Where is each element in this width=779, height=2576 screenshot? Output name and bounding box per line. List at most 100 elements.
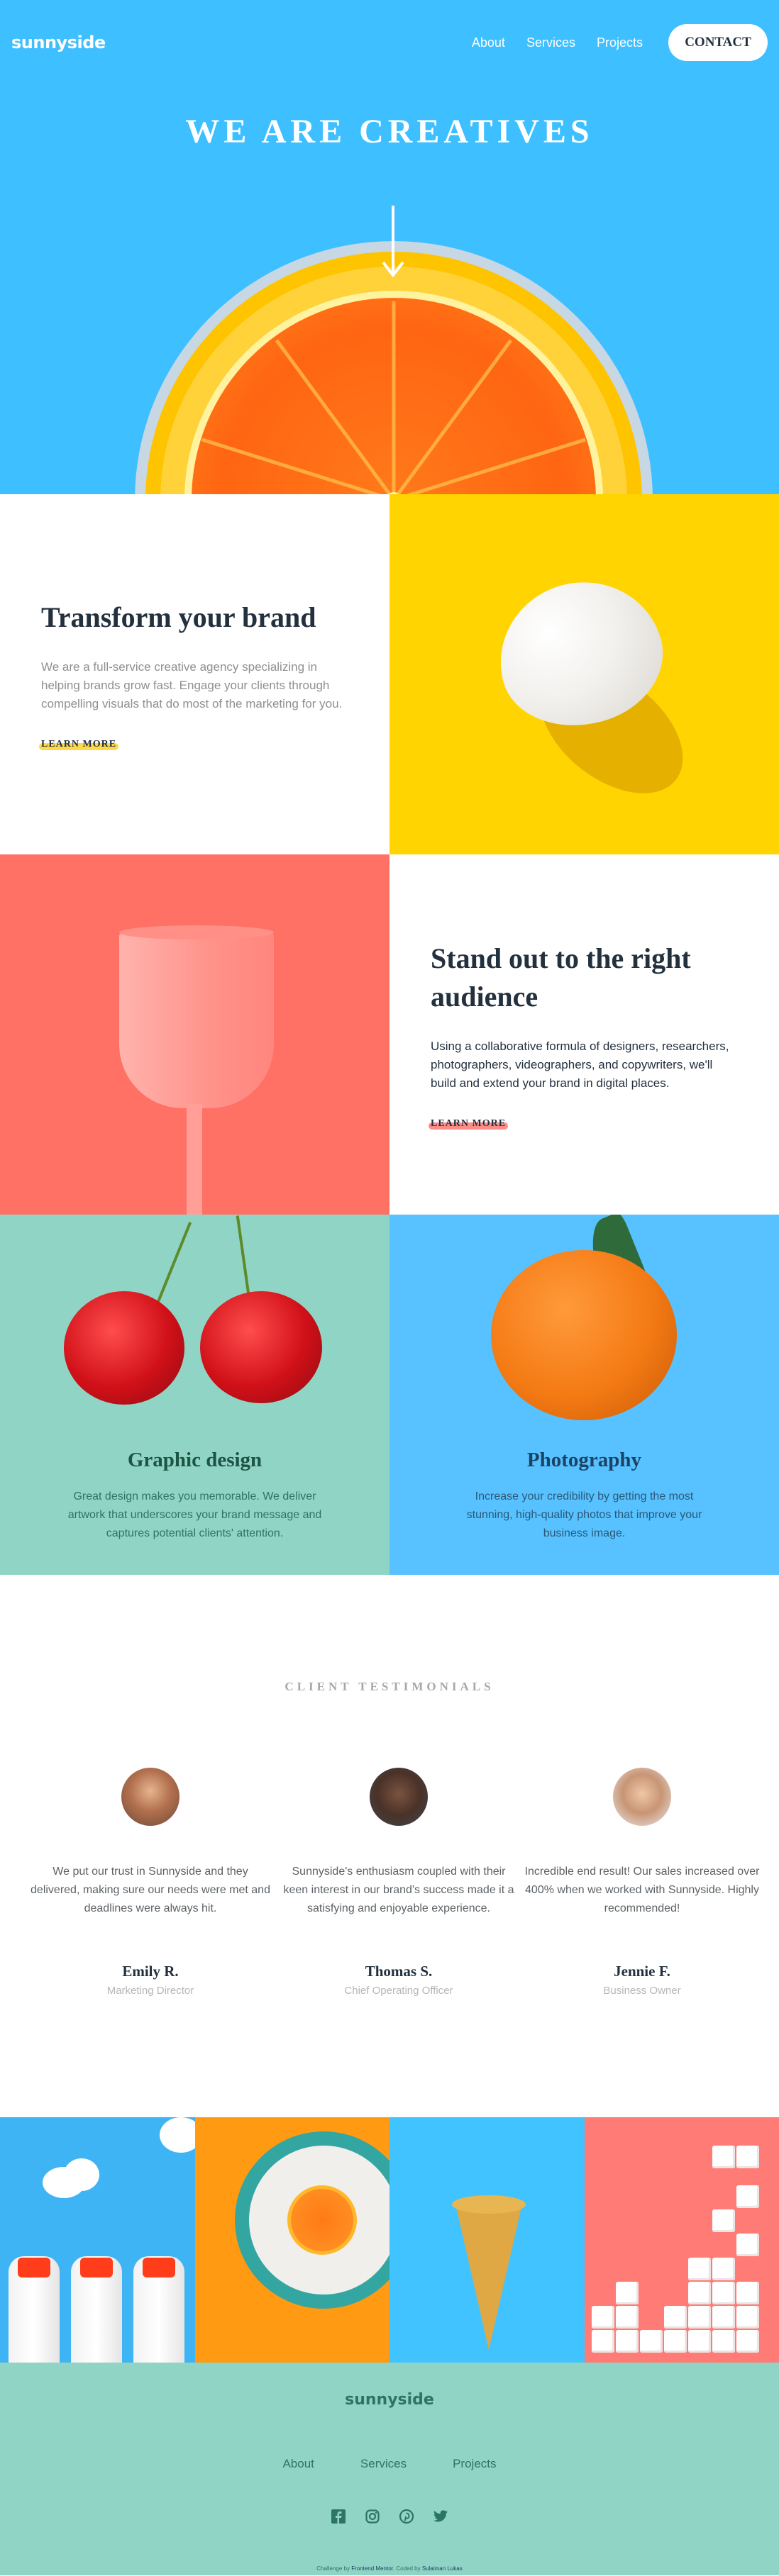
nav-link-about[interactable]: About bbox=[472, 35, 505, 50]
learn-more-link[interactable]: LEARN MORE bbox=[39, 739, 119, 750]
sugar-cube bbox=[687, 2258, 711, 2280]
testimonial-name: Thomas S. bbox=[365, 1963, 433, 1980]
testimonial-card: Sunnyside's enthusiasm coupled with thei… bbox=[278, 1768, 519, 1997]
hero-section: sunnyside About Services Projects CONTAC… bbox=[0, 0, 779, 494]
gallery-orange-bowl bbox=[194, 2117, 390, 2363]
cherry bbox=[64, 1291, 184, 1405]
sugar-cube bbox=[736, 2282, 759, 2304]
cloud bbox=[160, 2117, 195, 2153]
sugar-cube bbox=[687, 2306, 711, 2329]
top-nav: sunnyside About Services Projects CONTAC… bbox=[0, 0, 779, 85]
cone-top bbox=[452, 2195, 526, 2214]
testimonial-card: Incredible end result! Our sales increas… bbox=[521, 1768, 763, 1997]
nav-links: About Services Projects CONTACT bbox=[472, 24, 768, 61]
sugar-cube bbox=[736, 2306, 759, 2329]
testimonial-role: Business Owner bbox=[603, 1985, 681, 1997]
feature-title: Transform your brand bbox=[41, 601, 316, 633]
cup-stem bbox=[187, 1104, 202, 1215]
feature-row-1: Transform your brand We are a full-servi… bbox=[0, 494, 779, 854]
testimonial-quote: Sunnyside's enthusiasm coupled with thei… bbox=[283, 1866, 514, 1914]
feature-text-standout: Stand out to the right audience Using a … bbox=[390, 854, 779, 1215]
footer-nav: About Services Projects bbox=[0, 2457, 779, 2471]
arrow-down-icon[interactable] bbox=[380, 206, 406, 280]
footer-logo[interactable]: sunnyside bbox=[0, 2391, 779, 2409]
sugar-cube bbox=[712, 2330, 735, 2353]
feature-text-transform: Transform your brand We are a full-servi… bbox=[0, 494, 390, 854]
gallery-milk-bottles bbox=[0, 2117, 195, 2363]
feature-title: Stand out to the right audience bbox=[431, 942, 691, 1013]
feature-body: Using a collaborative formula of designe… bbox=[431, 1039, 729, 1090]
cup-rim bbox=[119, 925, 274, 939]
testimonial-role: Chief Operating Officer bbox=[344, 1985, 453, 1997]
sugar-cube bbox=[639, 2330, 663, 2353]
attribution-prefix: Challenge by bbox=[316, 2565, 352, 2572]
cone bbox=[455, 2201, 523, 2350]
learn-more-label: LEARN MORE bbox=[431, 1118, 507, 1129]
learn-more-link[interactable]: LEARN MORE bbox=[429, 1118, 509, 1130]
gallery bbox=[0, 2117, 779, 2363]
cherry bbox=[200, 1291, 322, 1403]
hero-title: WE ARE CREATIVES bbox=[185, 113, 594, 150]
sugar-cube bbox=[736, 2146, 759, 2168]
testimonials-section: CLIENT TESTIMONIALS We put our trust in … bbox=[0, 1575, 779, 2117]
footer-link-about[interactable]: About bbox=[282, 2457, 314, 2471]
sugar-cube bbox=[736, 2234, 759, 2256]
page: sunnyside About Services Projects CONTAC… bbox=[0, 0, 779, 2576]
avatar bbox=[370, 1768, 428, 1826]
attribution-mid: . Coded by bbox=[392, 2565, 422, 2572]
attribution: Challenge by Frontend Mentor. Coded by S… bbox=[0, 2565, 779, 2572]
contact-button[interactable]: CONTACT bbox=[668, 24, 768, 61]
service-title: Graphic design bbox=[127, 1449, 263, 1471]
nav-link-projects[interactable]: Projects bbox=[597, 35, 643, 50]
footer-link-projects[interactable]: Projects bbox=[453, 2457, 496, 2471]
footer-link-services[interactable]: Services bbox=[360, 2457, 407, 2471]
logo[interactable]: sunnyside bbox=[11, 33, 106, 52]
testimonial-quote: We put our trust in Sunnyside and they d… bbox=[31, 1866, 270, 1914]
avatar bbox=[121, 1768, 179, 1826]
sugar-cube bbox=[591, 2330, 614, 2353]
sugar-cube bbox=[687, 2282, 711, 2304]
sugar-cube bbox=[615, 2282, 639, 2304]
sugar-cube bbox=[712, 2209, 735, 2232]
feature-row-2: Stand out to the right audience Using a … bbox=[0, 854, 779, 1215]
bottle-cap bbox=[80, 2258, 113, 2277]
sugar-cube bbox=[712, 2306, 735, 2329]
orange-segments bbox=[201, 301, 586, 494]
attribution-author-link[interactable]: Sulaiman Lukas bbox=[422, 2565, 463, 2572]
sugar-cube bbox=[712, 2282, 735, 2304]
sugar-cube bbox=[663, 2306, 687, 2329]
testimonial-quote: Incredible end result! Our sales increas… bbox=[524, 1866, 760, 1914]
instagram-icon[interactable] bbox=[365, 2509, 380, 2524]
service-body: Great design makes you memorable. We del… bbox=[67, 1490, 322, 1539]
sugar-cube bbox=[687, 2330, 711, 2353]
avatar bbox=[613, 1768, 671, 1826]
service-title: Photography bbox=[526, 1449, 642, 1471]
social-links bbox=[0, 2509, 779, 2524]
testimonial-name: Jennie F. bbox=[614, 1963, 670, 1980]
attribution-fm-link[interactable]: Frontend Mentor bbox=[351, 2565, 393, 2572]
footer: sunnyside About Services Projects Challe… bbox=[0, 2363, 779, 2575]
sugar-cube bbox=[712, 2258, 735, 2280]
testimonial-role: Marketing Director bbox=[106, 1985, 194, 1997]
gallery-ice-cream-cone bbox=[390, 2117, 585, 2363]
cup-image bbox=[0, 854, 390, 1215]
testimonial-card: We put our trust in Sunnyside and they d… bbox=[30, 1768, 271, 1997]
services-row: Graphic design Great design makes you me… bbox=[0, 1215, 779, 1575]
testimonial-name: Emily R. bbox=[122, 1963, 179, 1980]
pinterest-icon[interactable] bbox=[399, 2509, 414, 2524]
sugar-cube bbox=[736, 2185, 759, 2208]
bottle-cap bbox=[18, 2258, 50, 2277]
service-photography: Photography Increase your credibility by… bbox=[390, 1215, 779, 1575]
sugar-cube bbox=[663, 2330, 687, 2353]
twitter-icon[interactable] bbox=[433, 2509, 448, 2524]
service-body: Increase your credibility by getting the… bbox=[466, 1490, 702, 1539]
nav-link-services[interactable]: Services bbox=[526, 35, 575, 50]
service-graphic-design: Graphic design Great design makes you me… bbox=[0, 1215, 390, 1575]
orange bbox=[491, 1250, 677, 1420]
feature-body: We are a full-service creative agency sp… bbox=[41, 660, 343, 710]
sugar-cube bbox=[591, 2306, 614, 2329]
gallery-sugar-cubes bbox=[584, 2117, 779, 2363]
cup-bowl bbox=[119, 931, 274, 1108]
facebook-icon[interactable] bbox=[331, 2509, 346, 2524]
testimonials-heading: CLIENT TESTIMONIALS bbox=[284, 1680, 495, 1693]
